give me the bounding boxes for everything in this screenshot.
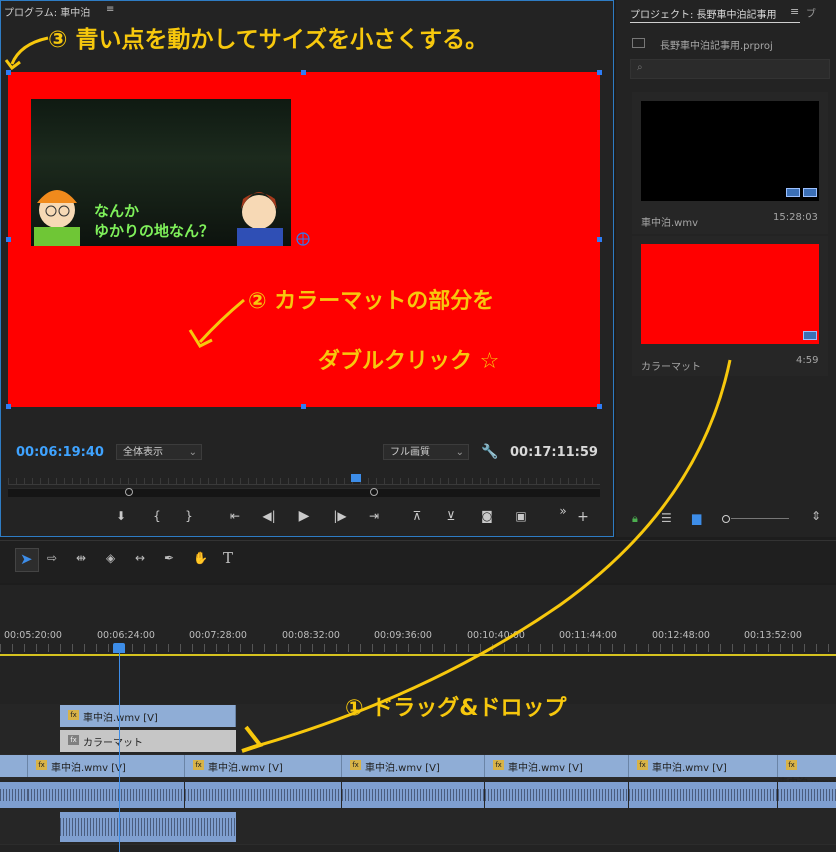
timeline-video-clip[interactable]: fx 車中泊.wmv [V] [185,755,342,777]
timeline-audio-clip[interactable] [60,812,236,842]
ripple-edit-tool-icon[interactable]: ⇹ [76,551,86,565]
project-panel-tab[interactable]: プロジェクト: 長野車中泊記事用 [630,6,777,21]
search-icon: ⌕ [637,62,643,73]
program-monitor-tab[interactable]: プログラム: 車中泊 [4,4,90,19]
timeline-audio-clip[interactable] [485,782,628,808]
transform-handle-middle-right[interactable] [597,237,602,242]
playhead-timecode[interactable]: 00:06:19:40 [16,445,104,460]
timeline-audio-clip[interactable] [778,782,836,808]
clip-label: 車中泊.wmv [V] [365,763,440,774]
speech-line-2: ゆかりの地なん？ [94,222,215,240]
fx-badge-icon: fx [68,735,79,745]
annotation-step3: ③ 青い点を動かしてサイズを小さくする。 [48,27,489,53]
chevron-down-icon: ⌄ [188,447,197,458]
project-item-duration: 4:59 [796,355,819,366]
audio-badge-icon [803,188,817,197]
project-item-name: 車中泊.wmv [641,218,699,229]
hand-tool-icon[interactable]: ✋ [193,551,208,565]
add-marker-icon[interactable]: ⬇ [112,509,130,523]
fx-badge-icon: fx [193,760,204,770]
project-file-name: 長野車中泊記事用.prproj [660,41,773,52]
ruler-label: 00:06:24:00 [97,630,155,641]
fx-badge-icon: fx [493,760,504,770]
annotation-arrow-step3 [4,36,49,71]
timeline-video-clip[interactable]: fx 車中泊.wmv [V] [485,755,629,777]
timeline-audio-clip[interactable] [28,782,184,808]
video-badge-icon [803,331,817,340]
project-item-duration: 15:28:03 [773,212,818,223]
ruler-label: 00:05:20:00 [4,630,62,641]
timeline-audio-clip[interactable] [0,782,28,808]
transform-handle-middle-left[interactable] [6,237,11,242]
clip-label: 車中泊.wmv [V] [508,763,583,774]
slip-tool-icon[interactable]: ↔ [135,551,145,565]
project-search-input[interactable]: ⌕ [630,59,830,79]
panel-menu-icon[interactable]: ≡ [790,5,799,18]
fx-badge-icon: fx [786,760,797,770]
timeline-video-clip[interactable]: fx 車中泊.wmv [V] [342,755,485,777]
fx-badge-icon: fx [637,760,648,770]
clip-label: 車中泊.wmv [V] [208,763,283,774]
razor-tool-icon[interactable]: ◈ [106,551,115,565]
folder-icon [632,38,645,48]
annotation-arrow-step2 [188,298,245,348]
speech-line-1: なんか [94,202,140,220]
sort-icon[interactable]: ⇕ [811,509,821,523]
timeline-audio-clip[interactable] [629,782,777,808]
color-matte-clip[interactable]: fx カラーマット [60,730,236,752]
timeline-audio-clip[interactable] [185,782,341,808]
timeline-video-clip[interactable]: fx 車中泊.wmv [V] [28,755,185,777]
clip-label: 車中泊.wmv [V] [83,713,158,724]
active-tab-underline [630,22,800,23]
project-item-thumbnail-color-matte[interactable] [641,244,819,344]
clip-label: 車中泊.wmv [V] [51,763,126,774]
timeline-video-clip[interactable] [0,755,28,777]
zoom-level-select[interactable]: 全体表示 ⌄ [116,444,202,460]
annotation-step2-line1: ② カラーマットの部分を [248,289,495,314]
mark-in-icon[interactable]: { [148,509,166,523]
track-select-tool-icon[interactable]: ⇨ [47,551,57,565]
clip-label: 車中泊.wmv [V] [652,763,727,774]
transform-handle-bottom-left[interactable] [6,404,11,409]
pen-tool-icon[interactable]: ✒ [164,551,174,565]
timeline-video-clip[interactable]: fx車中泊.wmv [V] [778,755,836,800]
mark-out-icon[interactable]: } [180,509,198,523]
zoom-level-value: 全体表示 [123,447,163,458]
fx-badge-icon: fx [36,760,47,770]
video-badge-icon [786,188,800,197]
fx-badge-icon: fx [68,710,79,720]
timeline-video-clip[interactable]: fx 車中泊.wmv [V] [629,755,778,777]
transform-handle-top-right[interactable] [597,70,602,75]
timeline-audio-clip[interactable] [342,782,484,808]
anchor-point-icon[interactable] [295,231,311,247]
in-point-handle[interactable] [125,488,133,496]
annotation-drag-arrow [241,359,732,753]
timeline-playhead-line[interactable] [119,646,120,852]
panel-menu-icon[interactable]: ≡ [106,4,114,15]
project-item-thumbnail[interactable] [641,101,819,201]
transform-handle-top-center[interactable] [301,70,306,75]
more-panels-label[interactable]: ブ [806,5,816,20]
clip-label: カラーマット [83,738,143,749]
timeline-video-clip[interactable]: fx 車中泊.wmv [V] [60,705,236,727]
ruler-label: 00:13:52:00 [744,630,802,641]
selection-tool-icon[interactable]: ➤ [20,550,33,568]
fx-badge-icon: fx [350,760,361,770]
